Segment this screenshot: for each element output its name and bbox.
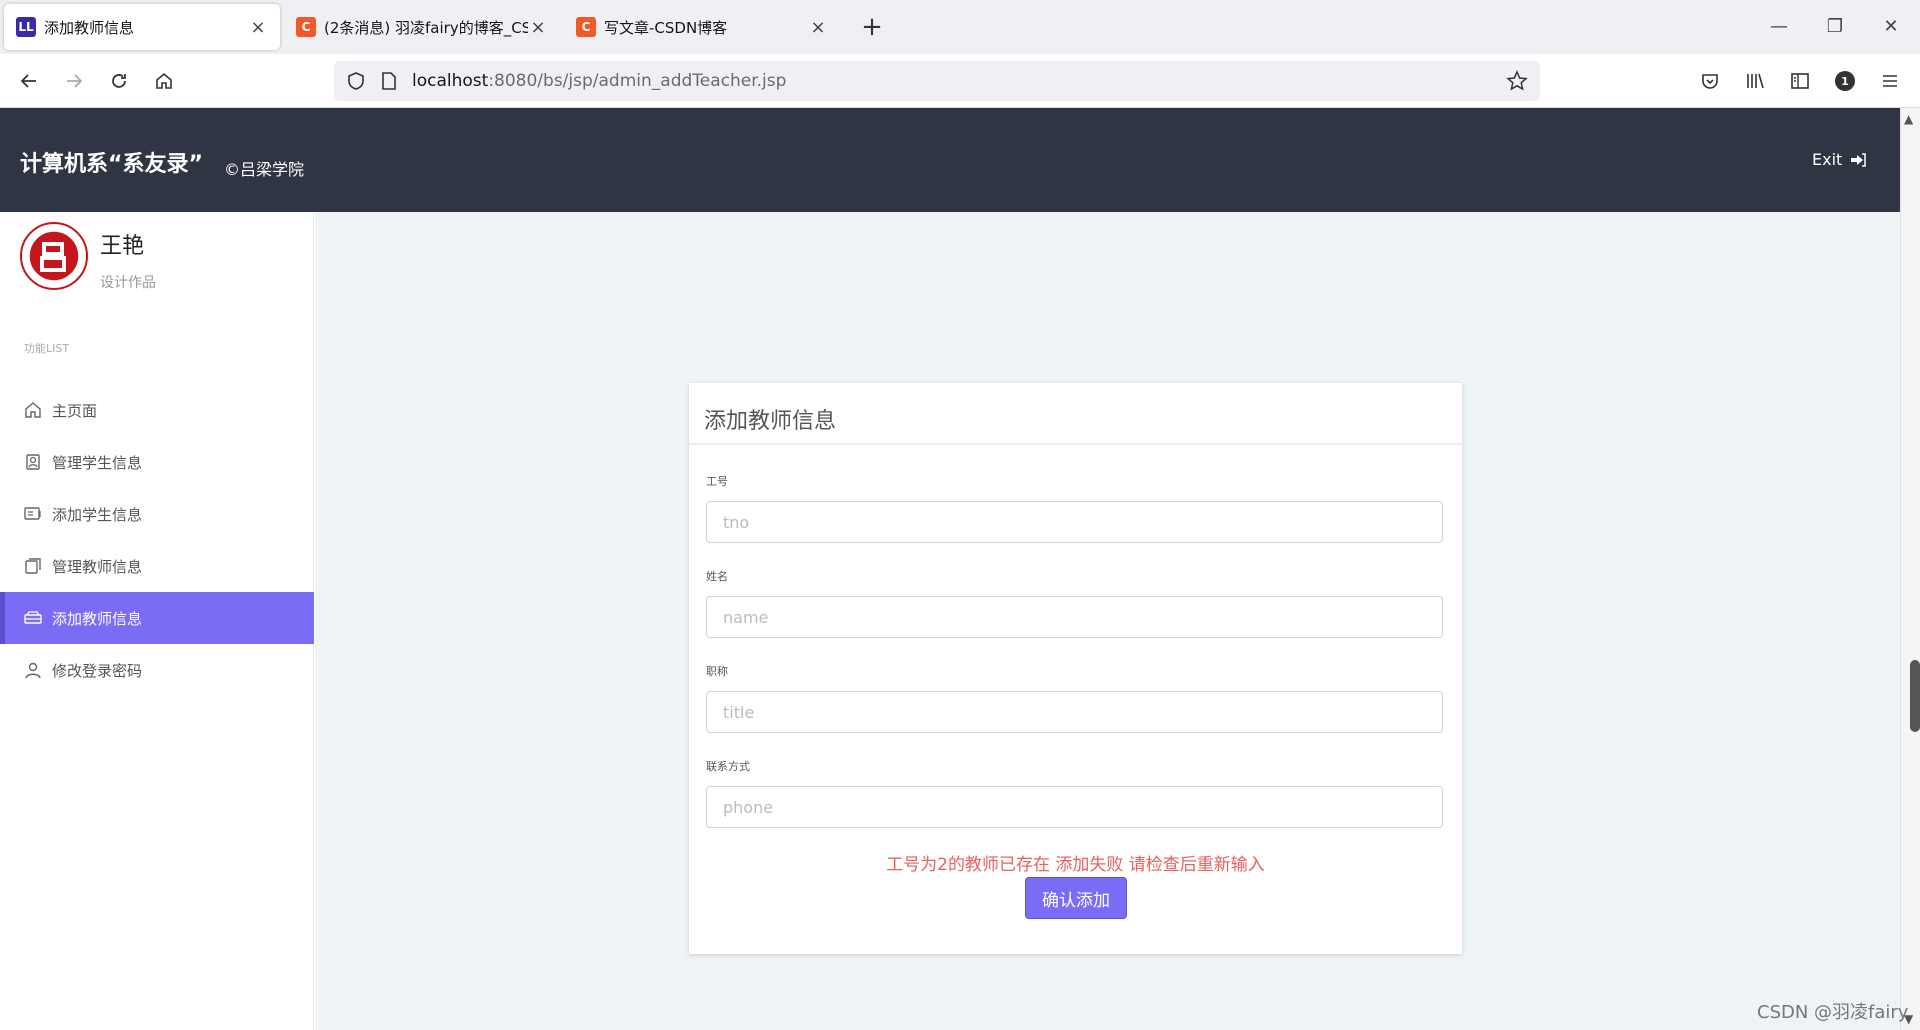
exit-label: Exit	[1812, 150, 1843, 169]
site-favicon-icon: LL	[16, 17, 36, 37]
name-input[interactable]	[706, 596, 1443, 638]
university-logo	[20, 222, 88, 290]
pocket-icon	[1702, 74, 1718, 89]
hamburger-menu-icon	[1883, 75, 1897, 87]
sidebar-item-label: 主页面	[52, 401, 98, 420]
sidebar-menu: 主页面 管理学生信息 添加学生信息 管理教师信息 添加教师信息 修改登录密码	[0, 384, 314, 696]
menu-button[interactable]	[1873, 64, 1907, 98]
app-copyright: ©吕梁学院	[224, 160, 305, 179]
browser-nav-toolbar: localhost:8080/bs/jsp/admin_addTeacher.j…	[0, 54, 1920, 108]
scroll-thumb[interactable]	[1910, 660, 1920, 732]
user-icon	[25, 662, 41, 679]
form-title: 添加教师信息	[689, 383, 1462, 445]
user-name: 王艳	[100, 234, 145, 259]
sidebar-item-label: 管理教师信息	[52, 557, 143, 576]
page-info-icon[interactable]	[380, 71, 398, 91]
sidebar-item-label: 修改登录密码	[52, 661, 143, 680]
close-window-icon[interactable]: ✕	[1868, 10, 1914, 44]
sidebar: 王艳 设计作品 功能LIST 主页面 管理学生信息 添加学生信息 管理教师信息 …	[0, 212, 314, 1030]
add-teacher-form-card: 添加教师信息 工号 姓名 职称 联系方式 工号为2的教师已存在 添加失败 请检查…	[689, 383, 1462, 954]
main-content: 添加教师信息 工号 姓名 职称 联系方式 工号为2的教师已存在 添加失败 请检查…	[315, 212, 1900, 1030]
csdn-favicon-icon: C	[296, 17, 316, 37]
page-scrollbar[interactable]: ▲ ▼	[1900, 108, 1920, 1030]
app-header: 计算机系“系友录” ©吕梁学院 Exit	[0, 108, 1900, 212]
back-arrow-icon	[20, 74, 36, 88]
sidebar-item-manage-students[interactable]: 管理学生信息	[0, 436, 314, 488]
pocket-button[interactable]	[1693, 64, 1727, 98]
library-button[interactable]	[1738, 64, 1772, 98]
sidebar-item-add-student[interactable]: 添加学生信息	[0, 488, 314, 540]
field-group-tno: 工号	[706, 473, 1443, 543]
tab-title: 写文章-CSDN博客	[604, 18, 728, 37]
sidebar-icon	[1791, 73, 1809, 89]
field-group-name: 姓名	[706, 568, 1443, 638]
student-add-icon	[24, 507, 41, 520]
home-icon	[156, 72, 172, 89]
browser-tab-write-article[interactable]: C 写文章-CSDN博客 ×	[564, 4, 840, 50]
home-button[interactable]	[147, 64, 181, 98]
sidebar-item-manage-teachers[interactable]: 管理教师信息	[0, 540, 314, 592]
teacher-manage-icon	[25, 558, 41, 574]
sidebar-item-change-password[interactable]: 修改登录密码	[0, 644, 314, 696]
back-button[interactable]	[12, 64, 46, 98]
browser-tab-csdn-blog[interactable]: C (2条消息) 羽凌fairy的博客_CSD ×	[284, 4, 560, 50]
forward-button[interactable]	[57, 64, 91, 98]
sidebar-item-add-teacher[interactable]: 添加教师信息	[0, 592, 314, 644]
close-tab-icon[interactable]: ×	[248, 17, 268, 38]
browser-tab-add-teacher[interactable]: LL 添加教师信息 ×	[4, 4, 280, 50]
sidebar-item-label: 管理学生信息	[52, 453, 143, 472]
url-text: localhost:8080/bs/jsp/admin_addTeacher.j…	[412, 71, 787, 91]
field-label: 姓名	[706, 570, 728, 583]
watermark: CSDN @羽凌fairy	[1757, 1002, 1909, 1023]
field-label: 职称	[706, 665, 728, 678]
forward-arrow-icon	[67, 74, 83, 88]
sidebar-item-home[interactable]: 主页面	[0, 384, 314, 436]
app-title: 计算机系“系友录”	[20, 152, 203, 177]
browser-tab-strip: LL 添加教师信息 × C (2条消息) 羽凌fairy的博客_CSD × C …	[0, 0, 1920, 54]
shield-icon[interactable]	[346, 71, 366, 91]
user-role: 设计作品	[100, 275, 156, 291]
student-manage-icon	[26, 454, 40, 470]
reload-button[interactable]	[102, 64, 136, 98]
bookmark-star-icon[interactable]	[1506, 70, 1528, 92]
sidebar-item-label: 添加教师信息	[52, 609, 143, 628]
field-label: 联系方式	[706, 760, 750, 773]
notification-badge: 1	[1835, 71, 1855, 91]
close-tab-icon[interactable]: ×	[528, 17, 548, 38]
field-group-phone: 联系方式	[706, 758, 1443, 828]
account-button[interactable]: 1	[1828, 64, 1862, 98]
field-group-title: 职称	[706, 663, 1443, 733]
minimize-window-icon[interactable]: —	[1756, 10, 1802, 44]
close-tab-icon[interactable]: ×	[808, 17, 828, 38]
confirm-add-button[interactable]: 确认添加	[1025, 877, 1127, 919]
teacher-add-icon	[24, 611, 42, 624]
sidebar-toggle-button[interactable]	[1783, 64, 1817, 98]
menu-heading: 功能LIST	[24, 342, 70, 355]
tab-title: (2条消息) 羽凌fairy的博客_CSD	[324, 18, 528, 37]
error-message: 工号为2的教师已存在 添加失败 请检查后重新输入	[886, 855, 1265, 875]
address-bar[interactable]: localhost:8080/bs/jsp/admin_addTeacher.j…	[334, 61, 1540, 101]
csdn-favicon-icon: C	[576, 17, 596, 37]
sidebar-item-label: 添加学生信息	[52, 505, 143, 524]
tno-input[interactable]	[706, 501, 1443, 543]
restore-window-icon[interactable]: ❐	[1812, 10, 1858, 44]
sign-out-icon	[1851, 152, 1867, 167]
exit-button[interactable]: Exit	[1812, 150, 1867, 169]
tab-title: 添加教师信息	[44, 18, 135, 37]
new-tab-button[interactable]: +	[855, 10, 889, 44]
title-input[interactable]	[706, 691, 1443, 733]
field-label: 工号	[706, 475, 728, 488]
scroll-up-icon[interactable]: ▲	[1904, 112, 1913, 126]
phone-input[interactable]	[706, 786, 1443, 828]
reload-icon	[112, 74, 126, 88]
library-icon	[1747, 73, 1764, 89]
home-icon	[25, 402, 41, 418]
